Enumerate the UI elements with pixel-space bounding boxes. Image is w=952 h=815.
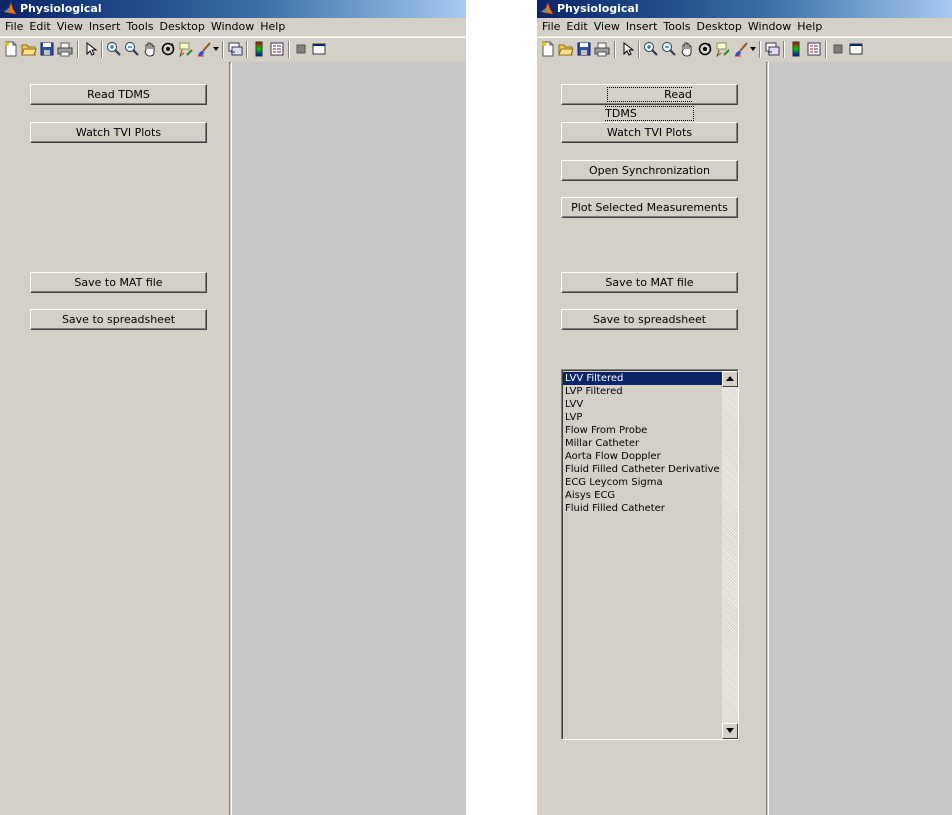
list-item[interactable]: LVV <box>563 398 723 411</box>
axes-area[interactable] <box>768 62 952 815</box>
menu-bar: File Edit View Insert Tools Desktop Window Help <box>537 18 952 37</box>
arrow-up-icon <box>726 376 734 381</box>
read-tdms-button[interactable]: Read TDMS <box>561 84 738 121</box>
colorbar-icon[interactable] <box>788 41 804 57</box>
open-file-icon[interactable] <box>21 41 37 57</box>
vertical-scrollbar[interactable] <box>722 371 738 739</box>
matlab-logo-icon <box>540 2 554 15</box>
save-to-mat-button[interactable]: Save to MAT file <box>30 272 207 293</box>
title-bar[interactable]: Physiological <box>0 0 466 18</box>
window-title: Physiological <box>557 2 639 15</box>
chevron-down-icon[interactable] <box>213 47 219 51</box>
menu-file[interactable]: File <box>537 18 563 36</box>
save-to-mat-button[interactable]: Save to MAT file <box>561 272 738 293</box>
legend-icon[interactable] <box>806 41 822 57</box>
chevron-down-icon[interactable] <box>750 47 756 51</box>
hide-plot-tools-icon[interactable] <box>830 41 846 57</box>
scroll-up-button[interactable] <box>722 371 738 387</box>
menu-window[interactable]: Window <box>745 18 794 36</box>
list-item[interactable]: Millar Catheter <box>563 437 723 450</box>
zoom-out-icon[interactable] <box>124 41 140 57</box>
list-item[interactable]: LVP <box>563 411 723 424</box>
show-plot-tools-icon[interactable] <box>311 41 327 57</box>
menu-view[interactable]: View <box>54 18 86 36</box>
link-plot-icon[interactable] <box>764 41 780 57</box>
zoom-in-icon[interactable] <box>106 41 122 57</box>
figure-window-1: Physiological File Edit View Insert Tools Des… <box>0 0 466 815</box>
menu-file[interactable]: File <box>0 18 26 36</box>
show-plot-tools-icon[interactable] <box>848 41 864 57</box>
list-item[interactable]: ECG Leycom Sigma <box>563 476 723 489</box>
pan-hand-icon[interactable] <box>679 41 695 57</box>
list-item[interactable]: Aorta Flow Doppler <box>563 450 723 463</box>
save-icon[interactable] <box>576 41 592 57</box>
menu-insert[interactable]: Insert <box>86 18 124 36</box>
menu-desktop[interactable]: Desktop <box>694 18 745 36</box>
menu-tools[interactable]: Tools <box>660 18 693 36</box>
link-plot-icon[interactable] <box>227 41 243 57</box>
measurements-listbox[interactable]: LVV Filtered LVP Filtered LVV LVP Flow From … <box>561 369 739 740</box>
watch-tvi-plots-button[interactable]: Watch TVI Plots <box>30 122 207 143</box>
menu-help[interactable]: Help <box>794 18 825 36</box>
watch-tvi-plots-button[interactable]: Watch TVI Plots <box>561 122 738 143</box>
open-synchronization-button[interactable]: Open Synchronization <box>561 160 738 181</box>
control-panel: Read TDMS Watch TVI Plots Open Synchroni… <box>537 62 767 815</box>
rotate-3d-icon[interactable] <box>697 41 713 57</box>
pan-hand-icon[interactable] <box>142 41 158 57</box>
figure-toolbar <box>537 37 952 63</box>
menu-help[interactable]: Help <box>257 18 288 36</box>
open-file-icon[interactable] <box>558 41 574 57</box>
arrow-down-icon <box>726 728 734 733</box>
list-item[interactable]: LVV Filtered <box>563 372 723 385</box>
new-figure-icon[interactable] <box>540 41 556 57</box>
list-item[interactable]: LVP Filtered <box>563 385 723 398</box>
figure-window-2: Physiological File Edit View Insert Tools Des… <box>537 0 952 815</box>
save-to-spreadsheet-button[interactable]: Save to spreadsheet <box>561 309 738 330</box>
list-item[interactable]: Fluid Filled Catheter <box>563 502 723 515</box>
zoom-in-icon[interactable] <box>643 41 659 57</box>
measurement-list: LVV Filtered LVP Filtered LVV LVP Flow From … <box>563 372 723 515</box>
menu-tools[interactable]: Tools <box>123 18 156 36</box>
menu-desktop[interactable]: Desktop <box>157 18 208 36</box>
data-cursor-icon[interactable] <box>178 41 194 57</box>
title-bar[interactable]: Physiological <box>537 0 952 18</box>
legend-icon[interactable] <box>269 41 285 57</box>
menu-view[interactable]: View <box>591 18 623 36</box>
save-icon[interactable] <box>39 41 55 57</box>
rotate-3d-icon[interactable] <box>160 41 176 57</box>
menu-insert[interactable]: Insert <box>623 18 661 36</box>
zoom-out-icon[interactable] <box>661 41 677 57</box>
print-icon[interactable] <box>57 41 73 57</box>
figure-toolbar <box>0 37 466 63</box>
print-icon[interactable] <box>594 41 610 57</box>
save-to-spreadsheet-button[interactable]: Save to spreadsheet <box>30 309 207 330</box>
menu-bar: File Edit View Insert Tools Desktop Window Help <box>0 18 466 37</box>
new-figure-icon[interactable] <box>3 41 19 57</box>
colorbar-icon[interactable] <box>251 41 267 57</box>
read-tdms-button[interactable]: Read TDMS <box>30 84 207 105</box>
edit-plot-arrow-icon[interactable] <box>82 41 98 57</box>
edit-plot-arrow-icon[interactable] <box>619 41 635 57</box>
brush-icon[interactable] <box>196 41 212 57</box>
menu-window[interactable]: Window <box>208 18 257 36</box>
list-item[interactable]: Aisys ECG <box>563 489 723 502</box>
list-item[interactable]: Fluid Filled Catheter Derivative <box>563 463 723 476</box>
window-title: Physiological <box>20 2 102 15</box>
scroll-down-button[interactable] <box>722 723 738 739</box>
axes-area[interactable] <box>231 62 466 815</box>
matlab-logo-icon <box>3 2 17 15</box>
list-item[interactable]: Flow From Probe <box>563 424 723 437</box>
menu-edit[interactable]: Edit <box>563 18 590 36</box>
hide-plot-tools-icon[interactable] <box>293 41 309 57</box>
plot-selected-measurements-button[interactable]: Plot Selected Measurements <box>561 197 738 218</box>
brush-icon[interactable] <box>733 41 749 57</box>
data-cursor-icon[interactable] <box>715 41 731 57</box>
menu-edit[interactable]: Edit <box>26 18 53 36</box>
control-panel: Read TDMS Watch TVI Plots Save to MAT fi… <box>0 62 230 815</box>
